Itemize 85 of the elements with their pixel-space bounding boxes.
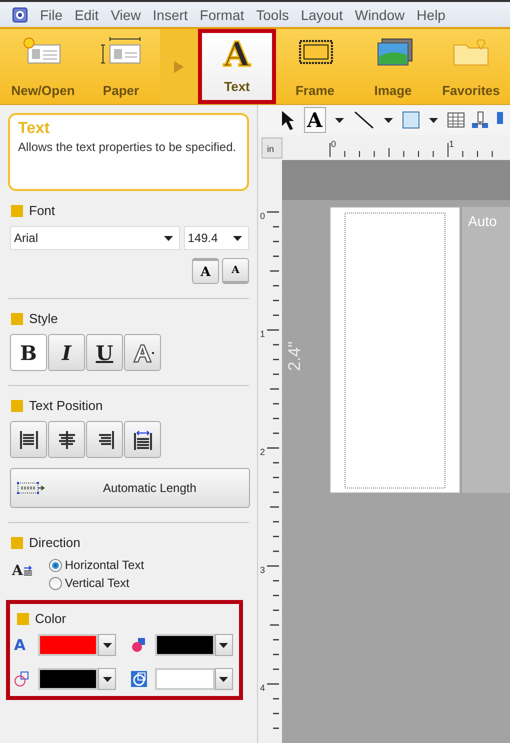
section-title: Font [29, 203, 56, 218]
align-left-button[interactable] [10, 421, 47, 458]
menu-item[interactable]: Format [200, 6, 244, 22]
outline-letter-icon [132, 342, 154, 362]
database-icon [470, 111, 489, 129]
expand-arrow-icon [174, 60, 184, 72]
radio-label: Horizontal Text [64, 558, 144, 572]
section-marker-icon [17, 612, 29, 624]
text-effect-button[interactable] [124, 334, 161, 371]
unit-label: in [267, 144, 274, 154]
lines-arrow-icon [22, 565, 33, 577]
ribbon-tab[interactable]: Image [354, 29, 432, 104]
color-picker[interactable] [154, 634, 232, 656]
dropdown-caret-icon [102, 642, 112, 648]
color-picker[interactable] [38, 634, 116, 656]
italic-button[interactable]: I [48, 334, 85, 371]
dropdown-caret-icon [428, 118, 438, 122]
ruler-number: 0 [260, 211, 266, 221]
ribbon-tab[interactable]: Frame [276, 29, 354, 104]
dropdown-caret-icon [384, 118, 393, 122]
section-title: Color [35, 611, 66, 626]
ruler-number: 1 [449, 139, 454, 149]
ruler-number: 1 [260, 329, 266, 339]
radio-button[interactable] [48, 576, 62, 590]
ruler-number: 4 [260, 683, 266, 693]
app-icon [12, 6, 28, 22]
shape-outline-icon [14, 671, 30, 687]
menu-item[interactable]: File [40, 6, 63, 22]
radio-button[interactable] [48, 558, 62, 572]
font-dropdown[interactable]: Arial [10, 226, 180, 250]
section-title: Style [29, 311, 58, 326]
underline-button[interactable]: U [86, 334, 123, 371]
increase-size-button[interactable]: A [192, 258, 219, 284]
table-icon [446, 112, 465, 128]
ruler-number: 3 [260, 565, 266, 575]
unit-box [262, 138, 282, 158]
rectangle-tool-icon [402, 111, 420, 129]
side-label: Auto [468, 213, 497, 229]
section-marker-icon [11, 536, 23, 548]
color-picker[interactable] [38, 668, 116, 690]
align-left-icon [18, 428, 40, 450]
menu-item[interactable]: Insert [152, 6, 188, 22]
radio-label: Vertical Text [64, 576, 130, 590]
automatic-length-button[interactable]: Automatic Length [10, 468, 250, 508]
menu-item[interactable]: Window [354, 6, 405, 22]
menu-item[interactable]: View [110, 6, 141, 22]
ribbon-tab[interactable]: Paper [82, 29, 160, 104]
auto-length-icon [17, 481, 45, 495]
info-title: Text [18, 120, 51, 138]
ruler-number: 0 [331, 139, 336, 149]
background-color-icon [130, 671, 146, 687]
menu-item[interactable]: Tools [256, 6, 289, 22]
dropdown-caret-icon [219, 642, 228, 648]
section-title: Text Position [29, 398, 103, 413]
length-label: 2.4" [285, 341, 304, 371]
dropdown-caret-icon [334, 118, 344, 122]
ruler-number: 2 [260, 447, 266, 457]
align-center-button[interactable] [48, 421, 85, 458]
color-picker[interactable] [154, 668, 232, 690]
menu-item[interactable]: Layout [300, 6, 343, 22]
section-marker-icon [11, 204, 23, 216]
dropdown-caret-icon [233, 236, 242, 240]
align-right-button[interactable] [86, 421, 123, 458]
section-title: Direction [29, 535, 80, 550]
ribbon-tab[interactable]: A Text [198, 29, 276, 104]
decrease-size-button[interactable]: A [222, 258, 249, 284]
bold-button[interactable]: B [10, 334, 47, 371]
menu-item[interactable]: Help [416, 6, 446, 22]
text-direction-icon: A [12, 563, 33, 579]
size-dropdown[interactable]: 149.4 [184, 226, 249, 250]
shape-fill-icon [130, 637, 146, 653]
section-marker-icon [11, 400, 23, 412]
dropdown-caret-icon [164, 236, 173, 240]
justify-button[interactable] [124, 421, 161, 458]
info-description: Allows the text properties to be specified. [18, 140, 238, 154]
text-color-icon: A [14, 636, 30, 654]
text-tool-button[interactable]: A [304, 107, 326, 133]
line-tool-icon [352, 110, 375, 130]
dropdown-caret-icon [102, 676, 112, 682]
justify-icon [132, 428, 154, 450]
dropdown-caret-icon [219, 676, 228, 682]
ribbon-tab[interactable]: Favorites [432, 29, 510, 104]
ribbon-tab[interactable]: New/Open [4, 29, 82, 104]
section-marker-icon [11, 312, 23, 324]
menu-item[interactable]: Edit [74, 6, 99, 22]
